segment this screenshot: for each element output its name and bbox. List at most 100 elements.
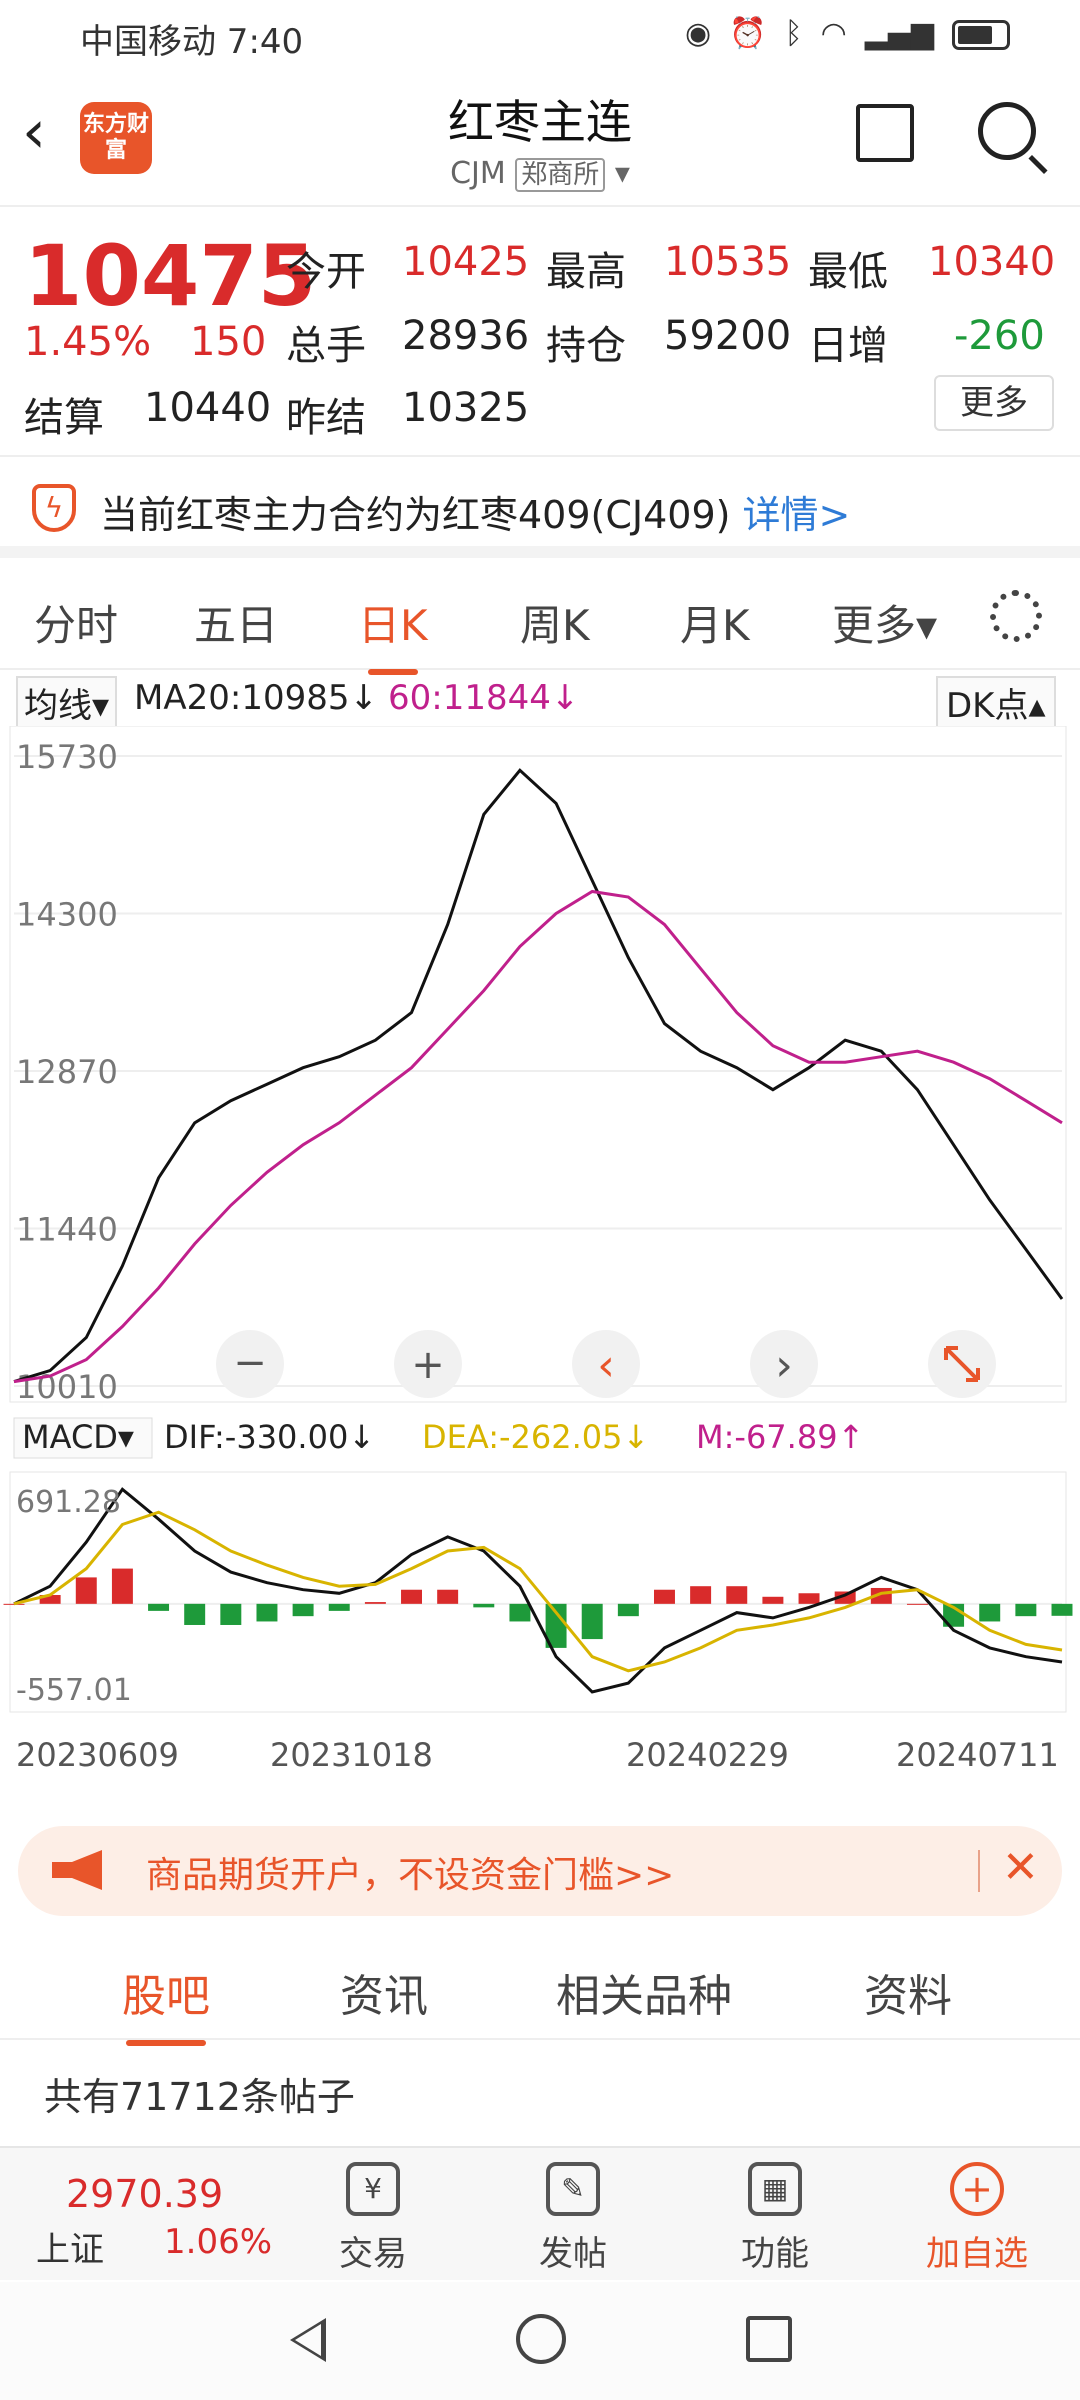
dif-value: DIF:-330.00↓ — [164, 1418, 375, 1456]
price-tick-label: 12870 — [16, 1053, 118, 1091]
close-icon[interactable]: ✕ — [1002, 1842, 1039, 1893]
date-tick-label: 20240229 — [626, 1736, 789, 1774]
tab-news[interactable]: 资讯 — [340, 1960, 428, 2024]
tab-weekly-k[interactable]: 周K — [520, 592, 590, 653]
macd-bar — [726, 1586, 748, 1604]
settle-value: 10440 — [144, 385, 272, 431]
nav-functions[interactable]: ▦ 功能 — [710, 2162, 840, 2275]
zoom-in-label: + — [411, 1342, 445, 1388]
notice-text: 当前红枣主力合约为红枣409(CJ409) 详情> — [100, 484, 850, 539]
promo-text: 商品期货开户，不设资金门槛>> — [146, 1855, 675, 1896]
grid-icon: ▦ — [748, 2162, 802, 2216]
tab-forum[interactable]: 股吧 — [122, 1960, 210, 2046]
daily-value: -260 — [954, 313, 1045, 359]
index-percent: 1.06% — [164, 2222, 273, 2262]
macd-bar — [798, 1593, 820, 1604]
more-button[interactable]: 更多 — [934, 375, 1054, 431]
contract-code[interactable]: CJM 郑商所 ▾ — [0, 154, 1080, 192]
chart-svg[interactable]: 1573014300128701144010010 − + ‹ › MACD▾ … — [0, 726, 1080, 1806]
tab-related[interactable]: 相关品种 — [556, 1960, 732, 2024]
macd-bar — [654, 1589, 675, 1604]
kline-chart[interactable]: 15730 14300 12870 11440 10010 − + ‹ › MACD▾ … — [0, 726, 1080, 1806]
fullscreen-icon[interactable] — [928, 1330, 996, 1398]
shield-icon: ϟ — [32, 484, 76, 532]
nav-trade-label: 交易 — [339, 2234, 407, 2274]
prev-settle-label: 昨结 — [286, 395, 366, 441]
back-nav-icon[interactable] — [290, 2318, 326, 2362]
chart-period-tabs: 分时 五日 日K 周K 月K 更多▾ — [0, 570, 1080, 675]
macd-bar — [3, 1603, 25, 1605]
open-label: 今开 — [286, 249, 366, 295]
high-label: 最高 — [546, 249, 626, 295]
community-tabs: 股吧 资讯 相关品种 资料 — [0, 1930, 1080, 2046]
gear-icon[interactable] — [990, 590, 1042, 642]
tab-more[interactable]: 更多▾ — [832, 592, 937, 653]
macd-bar — [75, 1577, 97, 1604]
nav-trade[interactable]: ¥ 交易 — [308, 2162, 438, 2275]
price-panel — [9, 726, 1067, 1403]
system-navigation — [0, 2282, 1080, 2400]
home-nav-icon[interactable] — [516, 2314, 566, 2364]
macd-bar — [581, 1603, 603, 1640]
index-name: 上证 — [36, 2230, 104, 2270]
quote-panel: 10475 1.45% 150 今开 10425 最高 10535 最低 103… — [0, 207, 1080, 457]
dk-points-toggle[interactable]: DK点▴ — [936, 676, 1056, 729]
index-value: 2970.39 — [66, 2172, 224, 2216]
macd-bar — [364, 1602, 386, 1604]
nav-post[interactable]: ✎ 发帖 — [508, 2162, 638, 2275]
price-tick-label: 10010 — [16, 1368, 118, 1406]
nav-add-watchlist[interactable]: + 加自选 — [912, 2162, 1042, 2275]
low-label: 最低 — [808, 249, 888, 295]
recents-nav-icon[interactable] — [746, 2316, 792, 2362]
nav-post-label: 发帖 — [539, 2234, 607, 2274]
bottom-toolbar: 2970.39 上证 1.06% ¥ 交易 ✎ 发帖 ▦ 功能 + 加自选 — [0, 2146, 1080, 2280]
settle-label: 结算 — [24, 395, 104, 441]
carrier-time: 中国移动 7:40 — [80, 22, 304, 62]
post-count: 共有71712条帖子 — [44, 2075, 355, 2119]
ma60-value: 60:11844↓ — [388, 678, 580, 718]
status-bar: 中国移动 7:40 ◉ ⏰ ᛒ ◠ ▂▄▆ — [0, 0, 1080, 72]
notice-message: 当前红枣主力合约为红枣409(CJ409) — [100, 493, 731, 537]
macd-bar — [473, 1603, 495, 1608]
tab-monthly-k[interactable]: 月K — [680, 592, 750, 653]
banner-divider — [978, 1850, 980, 1892]
macd-bar — [1015, 1603, 1037, 1617]
volume-label: 总手 — [286, 323, 366, 369]
page-title: 红枣主连 — [448, 95, 632, 149]
search-icon[interactable] — [978, 102, 1036, 160]
chevron-down-icon: ▾ — [614, 156, 630, 191]
ma20-value: MA20:10985↓ — [134, 678, 378, 718]
price-tick-label: 14300 — [16, 896, 118, 934]
macd-bar — [1051, 1603, 1073, 1616]
dea-value: DEA:-262.05↓ — [422, 1418, 649, 1456]
promo-banner[interactable]: 商品期货开户，不设资金门槛>> ✕ — [18, 1826, 1062, 1916]
tab-intraday[interactable]: 分时 — [34, 592, 118, 653]
prev-settle-value: 10325 — [402, 385, 530, 431]
macd-tick-label: -557.01 — [16, 1673, 132, 1708]
macd-bar — [220, 1603, 242, 1625]
tab-five-day[interactable]: 五日 — [194, 592, 278, 653]
low-value: 10340 — [928, 239, 1056, 285]
edit-icon: ✎ — [546, 2162, 600, 2216]
scroll-left-label: ‹ — [597, 1340, 615, 1391]
code-text: CJM — [450, 156, 506, 191]
megaphone-icon — [52, 1850, 102, 1890]
daily-label: 日增 — [808, 323, 888, 369]
date-tick-label: 20231018 — [270, 1736, 433, 1774]
macd-bar — [184, 1603, 206, 1625]
volume-value: 28936 — [402, 313, 530, 359]
share-icon[interactable] — [856, 104, 914, 162]
exchange-tag: 郑商所 — [515, 158, 606, 192]
change-amount: 150 — [190, 319, 267, 365]
tab-info[interactable]: 资料 — [864, 1960, 952, 2024]
status-icons: ◉ ⏰ ᛒ ◠ ▂▄▆ — [685, 16, 1010, 51]
wifi-icon: ◠ — [820, 16, 847, 51]
ma-selector[interactable]: 均线▾ — [16, 676, 118, 729]
eye-icon: ◉ — [685, 16, 712, 51]
macd-bar — [690, 1586, 712, 1604]
tab-daily-k[interactable]: 日K — [358, 592, 428, 675]
scroll-right-label: › — [775, 1340, 793, 1391]
date-tick-label: 20240711 — [896, 1736, 1059, 1774]
macd-tick-label: 691.28 — [16, 1485, 121, 1520]
details-link[interactable]: 详情> — [743, 493, 851, 537]
